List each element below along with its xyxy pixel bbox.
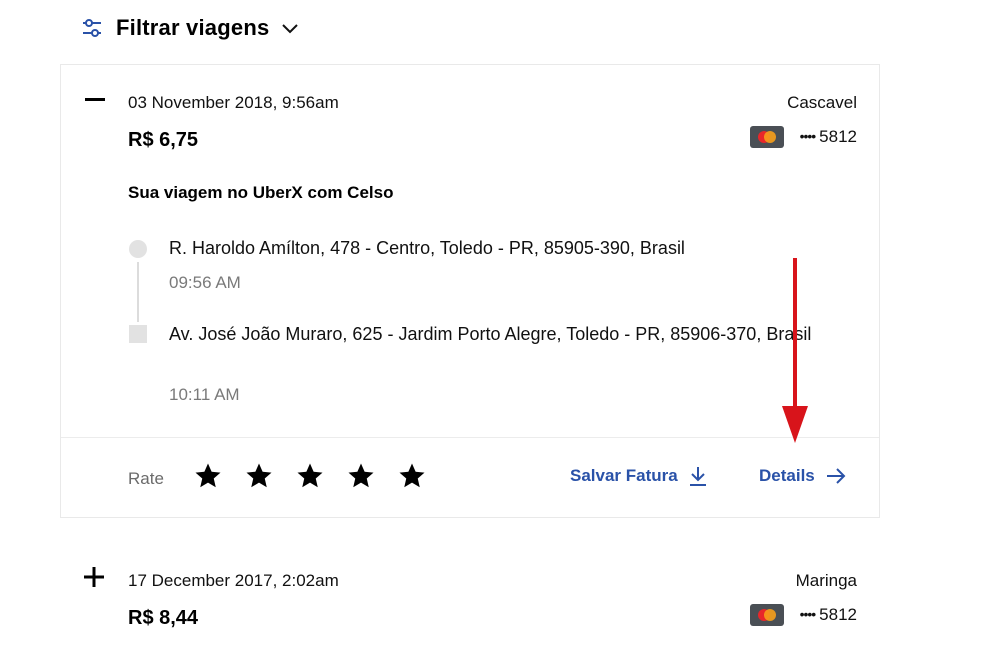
rate-label: Rate: [128, 469, 164, 488]
sliders-icon: [80, 16, 104, 40]
save-invoice-label: Salvar Fatura: [570, 466, 678, 485]
payment-method: •••• 5812: [749, 604, 857, 626]
route-line: [137, 262, 139, 322]
star-icon[interactable]: [395, 459, 429, 493]
dropoff-marker-icon: [129, 325, 147, 343]
payment-method: •••• 5812: [749, 126, 857, 148]
chevron-down-icon: [281, 18, 301, 38]
trip-title: Sua viagem no UberX com Celso: [128, 183, 394, 202]
trip-city: Maringa: [795, 571, 857, 590]
card-last4: 5812: [819, 127, 857, 146]
mastercard-icon: [749, 126, 784, 148]
dropoff-address: Av. José João Muraro, 625 - Jardim Porto…: [169, 324, 812, 344]
pickup-time: 09:56 AM: [169, 273, 241, 292]
card-mask: ••••: [799, 128, 817, 144]
trip-price: R$ 8,44: [128, 607, 199, 629]
annotation-arrow-icon: [782, 258, 808, 443]
card-last4: 5812: [819, 605, 857, 624]
collapse-icon[interactable]: [84, 89, 106, 111]
trip-datetime: 03 November 2018, 9:56am: [128, 93, 339, 112]
trip-city: Cascavel: [787, 93, 857, 112]
details-link[interactable]: Details: [759, 465, 847, 487]
star-icon[interactable]: [191, 459, 225, 493]
star-icon[interactable]: [344, 459, 378, 493]
divider: [61, 437, 879, 438]
card-mask: ••••: [799, 606, 817, 622]
details-label: Details: [759, 466, 815, 485]
filter-trips-button[interactable]: Filtrar viagens: [80, 12, 301, 44]
arrow-right-icon: [825, 465, 847, 487]
rating-stars: [191, 459, 446, 493]
mastercard-icon: [749, 604, 784, 626]
dropoff-time: 10:11 AM: [169, 385, 240, 404]
pickup-address: R. Haroldo Amílton, 478 - Centro, Toledo…: [169, 238, 685, 258]
pickup-marker-icon: [129, 240, 147, 258]
trip-card-expanded: 03 November 2018, 9:56am Cascavel R$ 6,7…: [60, 64, 880, 518]
filter-title: Filtrar viagens: [116, 15, 270, 40]
save-invoice-link[interactable]: Salvar Fatura: [570, 465, 710, 487]
star-icon[interactable]: [242, 459, 276, 493]
trip-datetime: 17 December 2017, 2:02am: [128, 571, 339, 590]
trip-price: R$ 6,75: [128, 129, 199, 151]
download-icon: [688, 465, 710, 487]
star-icon[interactable]: [293, 459, 327, 493]
expand-icon[interactable]: [83, 566, 105, 588]
